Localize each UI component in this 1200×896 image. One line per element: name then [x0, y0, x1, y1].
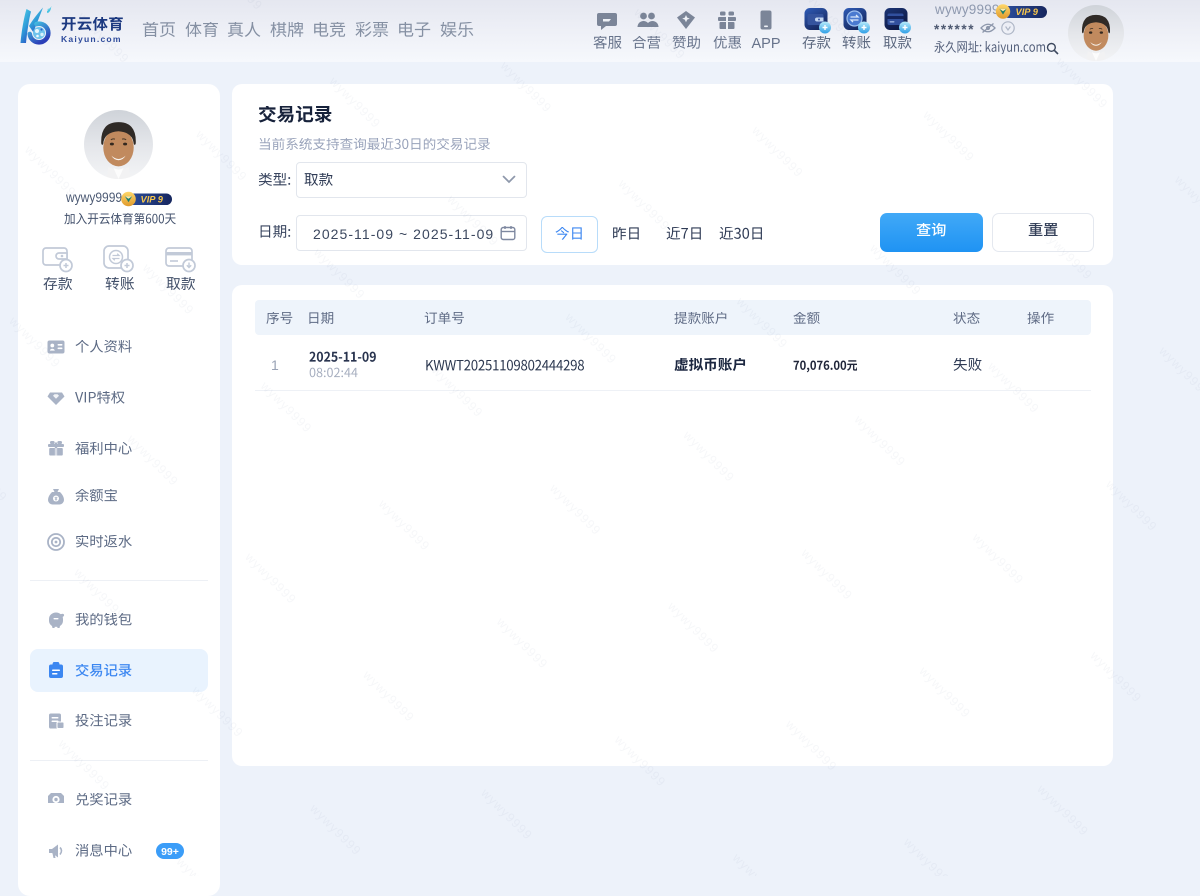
svg-text:VIP 9: VIP 9 [141, 195, 164, 205]
svg-text:VIP 9: VIP 9 [1016, 7, 1039, 17]
